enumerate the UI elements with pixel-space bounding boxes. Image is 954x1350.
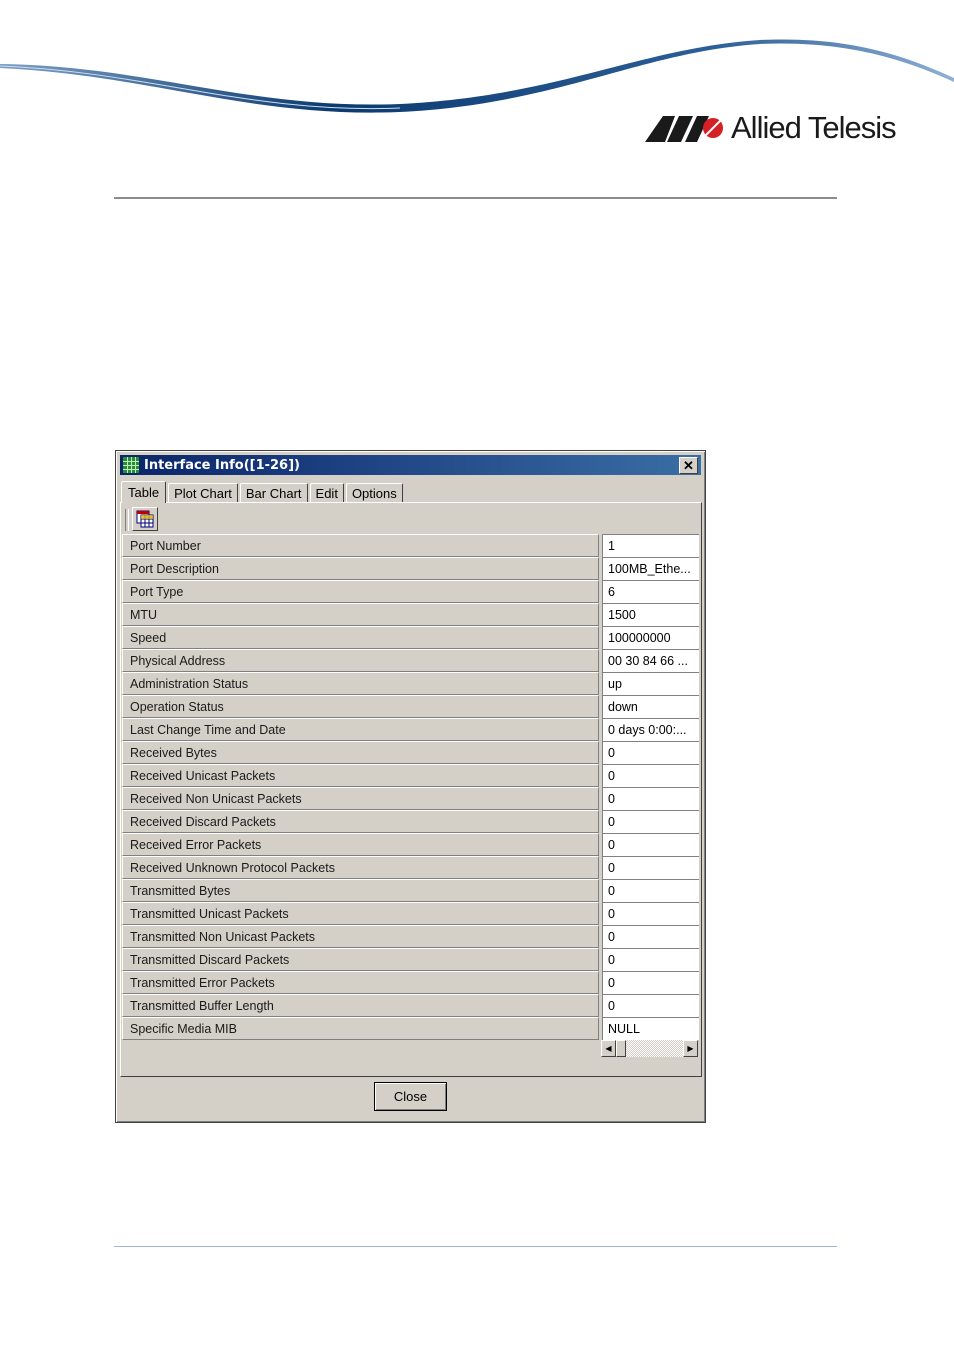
row-label: Received Bytes [122, 741, 599, 764]
row-label: Transmitted Error Packets [122, 971, 599, 994]
tab-bar: Table Plot Chart Bar Chart Edit Options [121, 480, 405, 503]
table-row: Transmitted Bytes 0 [122, 879, 700, 902]
table-row: Transmitted Non Unicast Packets 0 [122, 925, 700, 948]
table-row: Transmitted Unicast Packets 0 [122, 902, 700, 925]
table-row: Speed 100000000 [122, 626, 700, 649]
interface-info-dialog: Interface Info([1-26]) ✕ Table Plot Char… [115, 450, 706, 1123]
row-label: Transmitted Buffer Length [122, 994, 599, 1017]
row-label: Physical Address [122, 649, 599, 672]
table-row: Port Description 100MB_Ethe... [122, 557, 700, 580]
interface-info-table: Port Number 1 Port Description 100MB_Ethe..… [122, 534, 700, 1040]
footer-divider [114, 1246, 837, 1247]
dialog-title: Interface Info([1-26]) [144, 457, 300, 473]
table-row: Received Discard Packets 0 [122, 810, 700, 833]
row-label: Port Type [122, 580, 599, 603]
row-label: Transmitted Unicast Packets [122, 902, 599, 925]
row-value[interactable]: 1 [602, 534, 699, 557]
row-value[interactable]: 0 [602, 764, 699, 787]
row-value[interactable]: 0 [602, 971, 699, 994]
close-icon[interactable]: ✕ [679, 456, 698, 474]
row-label: Transmitted Non Unicast Packets [122, 925, 599, 948]
row-label: Specific Media MIB [122, 1017, 599, 1040]
allied-telesis-logo-icon [645, 116, 723, 142]
row-value[interactable]: 0 [602, 925, 699, 948]
table-row: Transmitted Buffer Length 0 [122, 994, 700, 1017]
dialog-titlebar[interactable]: Interface Info([1-26]) ✕ [120, 455, 701, 475]
scrollbar-track[interactable] [626, 1040, 683, 1057]
table-row: Received Unknown Protocol Packets 0 [122, 856, 700, 879]
table-row: Last Change Time and Date 0 days 0:00:... [122, 718, 700, 741]
grid-icon [123, 457, 139, 473]
table-row: Administration Status up [122, 672, 700, 695]
row-value[interactable]: 0 [602, 787, 699, 810]
table-row: Port Type 6 [122, 580, 700, 603]
toolbar-separator [125, 509, 129, 531]
row-value[interactable]: 100000000 [602, 626, 699, 649]
close-button[interactable]: Close [374, 1082, 447, 1111]
table-row: Port Number 1 [122, 534, 700, 557]
row-label: Administration Status [122, 672, 599, 695]
row-label: Received Non Unicast Packets [122, 787, 599, 810]
row-value[interactable]: 100MB_Ethe... [602, 557, 699, 580]
table-panel: Port Number 1 Port Description 100MB_Ethe..… [120, 502, 702, 1077]
row-value[interactable]: down [602, 695, 699, 718]
row-value[interactable]: 00 30 84 66 ... [602, 649, 699, 672]
table-row: Transmitted Error Packets 0 [122, 971, 700, 994]
row-label: Transmitted Bytes [122, 879, 599, 902]
row-value[interactable]: 6 [602, 580, 699, 603]
brand-name: Allied Telesis [731, 110, 897, 145]
header-divider [114, 197, 837, 199]
scrollbar-thumb[interactable] [616, 1040, 626, 1057]
row-value[interactable]: 0 [602, 741, 699, 764]
row-value[interactable]: up [602, 672, 699, 695]
tab-plot-chart[interactable]: Plot Chart [168, 483, 238, 502]
tab-table[interactable]: Table [121, 481, 167, 503]
row-label: Port Description [122, 557, 599, 580]
table-view-icon [136, 510, 154, 528]
row-value[interactable]: 0 [602, 994, 699, 1017]
row-label: Received Unknown Protocol Packets [122, 856, 599, 879]
row-label: Last Change Time and Date [122, 718, 599, 741]
table-row: Received Non Unicast Packets 0 [122, 787, 700, 810]
table-row: Transmitted Discard Packets 0 [122, 948, 700, 971]
table-row: Physical Address 00 30 84 66 ... [122, 649, 700, 672]
row-value[interactable]: 0 [602, 856, 699, 879]
row-label: Speed [122, 626, 599, 649]
brand-logo: Allied Telesis [645, 108, 897, 148]
row-value[interactable]: 0 days 0:00:... [602, 718, 699, 741]
table-view-button[interactable] [132, 507, 158, 531]
row-label: Received Discard Packets [122, 810, 599, 833]
table-row: Received Error Packets 0 [122, 833, 700, 856]
row-label: Received Error Packets [122, 833, 599, 856]
tab-bar-chart[interactable]: Bar Chart [239, 483, 308, 502]
table-row: Received Bytes 0 [122, 741, 700, 764]
table-row: Operation Status down [122, 695, 700, 718]
row-value[interactable]: 0 [602, 948, 699, 971]
scroll-left-icon[interactable]: ◀ [601, 1040, 616, 1057]
row-value[interactable]: 1500 [602, 603, 699, 626]
row-label: Operation Status [122, 695, 599, 718]
table-row: MTU 1500 [122, 603, 700, 626]
row-label: MTU [122, 603, 599, 626]
row-label: Transmitted Discard Packets [122, 948, 599, 971]
scroll-right-icon[interactable]: ▶ [683, 1040, 698, 1057]
table-row: Received Unicast Packets 0 [122, 764, 700, 787]
row-label: Port Number [122, 534, 599, 557]
row-value[interactable]: NULL [602, 1017, 699, 1040]
table-row: Specific Media MIB NULL [122, 1017, 700, 1040]
tab-edit[interactable]: Edit [309, 483, 344, 502]
row-value[interactable]: 0 [602, 902, 699, 925]
tab-options[interactable]: Options [345, 483, 403, 502]
horizontal-scrollbar[interactable]: ◀ ▶ [601, 1040, 698, 1057]
row-value[interactable]: 0 [602, 810, 699, 833]
row-value[interactable]: 0 [602, 879, 699, 902]
row-label: Received Unicast Packets [122, 764, 599, 787]
row-value[interactable]: 0 [602, 833, 699, 856]
